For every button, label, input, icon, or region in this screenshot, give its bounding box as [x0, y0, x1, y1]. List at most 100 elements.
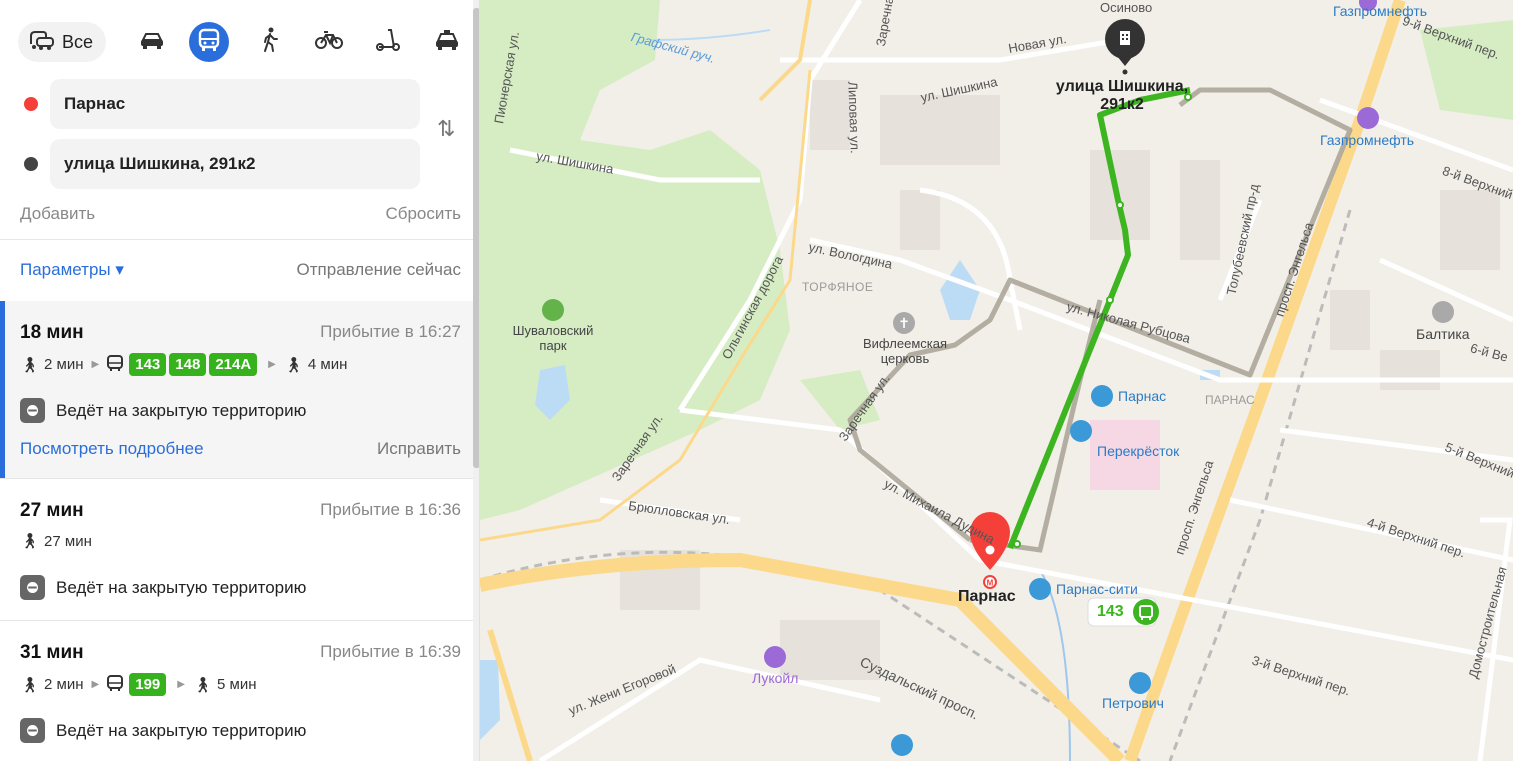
park-icon[interactable]: [542, 299, 564, 321]
scrollbar-thumb[interactable]: [473, 8, 479, 468]
hammer-icon[interactable]: [1129, 672, 1151, 694]
reset-button[interactable]: Сбросить: [385, 204, 461, 224]
route-node: [1106, 296, 1114, 304]
route-header: 18 мин Прибытие в 16:27: [20, 322, 461, 344]
poi-label: Петрович: [1102, 695, 1164, 711]
mode-car-button[interactable]: [130, 22, 174, 62]
from-input[interactable]: Парнас: [50, 79, 420, 129]
walk-only-time: 27 мин: [44, 532, 92, 550]
poi-label: Парнас-сити: [1056, 581, 1138, 597]
route-point-from: Парнас: [0, 79, 430, 129]
svg-text:✝: ✝: [898, 315, 910, 331]
bus-icon: [107, 674, 124, 695]
street-label: Осиново: [1100, 0, 1153, 15]
bike-icon: [315, 30, 343, 55]
car-icon: [139, 30, 165, 55]
route-duration: 18 мин: [20, 322, 84, 343]
fuel-icon[interactable]: [1357, 107, 1379, 129]
poi-label: Перекрёсток: [1097, 443, 1180, 459]
metro-icon: M: [983, 575, 997, 589]
route-arrival: Прибытие в 16:39: [320, 642, 461, 661]
start-dot-icon: [24, 97, 38, 111]
arrow-right-icon: ▶: [177, 679, 185, 690]
area-label: ТОРФЯНОЕ: [802, 280, 874, 294]
map-canvas[interactable]: ✝ M ул. Шишкина Новая ул. Осиново Графск…: [480, 0, 1513, 761]
route-header: 27 мин Прибытие в 16:36: [20, 500, 461, 522]
bus-number-badge: 199: [129, 673, 167, 696]
mode-taxi-button[interactable]: [425, 22, 469, 62]
fuel-icon[interactable]: [764, 646, 786, 668]
factory-icon[interactable]: [1432, 301, 1454, 323]
route-point-to: улица Шишкина, 291к2: [0, 139, 430, 189]
walk-icon: 🚶︎: [20, 676, 40, 694]
route-actions: Посмотреть подробнее Исправить: [20, 439, 461, 459]
walk-start-time: 2 мин: [44, 356, 84, 373]
barrier-icon: ⛔︎: [20, 398, 45, 423]
svg-text:M: M: [987, 579, 994, 588]
arrow-right-icon: ▶: [91, 359, 100, 370]
route-panel: Все Парнас улица Шишкина, 291к2 ⇅ Добави…: [0, 0, 480, 761]
walk-end-time: 5 мин: [217, 676, 257, 693]
route-node: [1116, 201, 1124, 209]
mode-all-label: Все: [62, 31, 94, 52]
route-arrival: Прибытие в 16:27: [320, 322, 461, 341]
route-points-actions: Добавить Сбросить: [20, 204, 461, 224]
bus-icon: [198, 28, 220, 57]
route-steps: 🚶︎ 2 мин ▶ 199 ▶ 🚶︎ 5 мин: [20, 673, 257, 696]
fix-button[interactable]: Исправить: [377, 439, 461, 459]
mode-bike-button[interactable]: [307, 22, 351, 62]
mode-all-button[interactable]: Все: [18, 22, 106, 62]
poi-label: Газпромнефть: [1320, 132, 1415, 148]
taxi-icon: [434, 29, 460, 56]
bus-number-badge: 143: [129, 353, 167, 376]
shopping-bag-icon[interactable]: [1029, 578, 1051, 600]
shopping-bag-icon[interactable]: [1091, 385, 1113, 407]
walk-icon: 🚶︎: [283, 356, 303, 374]
route-duration: 27 мин: [20, 500, 84, 521]
poi-label: Вифлеемская церковь: [862, 336, 948, 366]
bus-number-badge: 214А: [209, 353, 258, 376]
details-link[interactable]: Посмотреть подробнее: [20, 439, 204, 459]
bus-stop-number: 143: [1097, 603, 1124, 620]
warning-text: Ведёт на закрытую территорию: [56, 720, 307, 740]
route-arrival: Прибытие в 16:36: [320, 500, 461, 519]
route-header: 31 мин Прибытие в 16:39: [20, 642, 461, 664]
warning-text: Ведёт на закрытую территорию: [56, 400, 307, 420]
params-dropdown[interactable]: Параметры ▾: [20, 260, 124, 280]
arrow-right-icon: ▶: [91, 679, 100, 690]
basket-icon[interactable]: [1070, 420, 1092, 442]
scooter-icon: [375, 28, 401, 57]
departure-time-button[interactable]: Отправление сейчас: [297, 260, 461, 280]
barrier-icon: ⛔︎: [20, 575, 45, 600]
walk-end-time: 4 мин: [307, 356, 348, 373]
warning-text: Ведёт на закрытую территорию: [56, 577, 307, 597]
walk-icon: [261, 27, 279, 58]
route-option-1[interactable]: 18 мин Прибытие в 16:27 🚶︎ 2 мин ▶ 143 1…: [0, 301, 473, 478]
route-node: [1013, 540, 1021, 548]
park-label: Шуваловский парк: [512, 323, 594, 353]
street-label: Липовая ул.: [845, 81, 863, 154]
poi-label: Лукойл: [752, 670, 799, 686]
poi-label: Парнас: [1118, 388, 1167, 404]
poi-label: Балтика: [1416, 326, 1470, 342]
swap-points-icon[interactable]: ⇅: [437, 116, 455, 142]
route-warning: ⛔︎ Ведёт на закрытую территорию: [20, 718, 306, 743]
map-layer: ✝ M: [480, 0, 1513, 761]
route-warning: ⛔︎ Ведёт на закрытую территорию: [20, 398, 306, 423]
panel-scrollbar[interactable]: [473, 0, 479, 761]
walk-icon: 🚶︎: [192, 676, 213, 694]
divider: [0, 239, 473, 240]
cart-icon[interactable]: [891, 734, 913, 756]
route-option-2[interactable]: 27 мин Прибытие в 16:36 🚶︎ 27 мин ⛔︎ Вед…: [0, 479, 473, 620]
route-steps: 🚶︎ 27 мин: [20, 532, 92, 551]
mode-walk-button[interactable]: [248, 22, 292, 62]
metro-label: Парнас: [958, 588, 1016, 605]
end-dot-icon: [24, 157, 38, 171]
mode-scooter-button[interactable]: [366, 22, 410, 62]
add-point-button[interactable]: Добавить: [20, 204, 95, 224]
to-input[interactable]: улица Шишкина, 291к2: [50, 139, 420, 189]
route-option-3[interactable]: 31 мин Прибытие в 16:39 🚶︎ 2 мин ▶ 199 ▶…: [0, 621, 473, 761]
bus-number-badge: 148: [169, 353, 207, 376]
route-duration: 31 мин: [20, 642, 84, 663]
mode-bus-button[interactable]: [189, 22, 229, 62]
